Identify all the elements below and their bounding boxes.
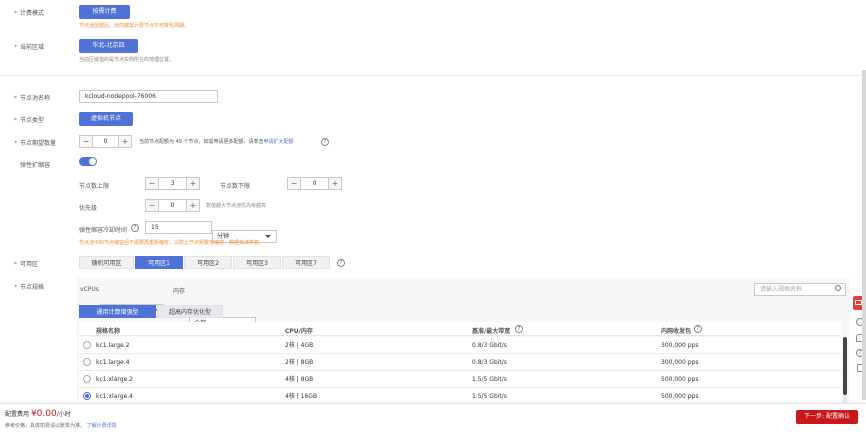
table-scrollbar-thumb[interactable] (843, 337, 847, 395)
increment-button[interactable]: + (186, 200, 199, 211)
lower-limit-stepper[interactable]: − 0 + (287, 177, 342, 190)
toggle-knob (89, 158, 96, 165)
feedback-glyph (855, 300, 862, 305)
footer-bar (0, 403, 866, 434)
pool-name-label: * 节点池名称 (14, 95, 51, 102)
cell-spec-name: kc1.large.4 (96, 359, 130, 366)
lower-limit-label: 节点数下限 (220, 183, 251, 190)
cell-cpu-memory: 4核 | 8GB (285, 376, 314, 383)
tab-general-compute[interactable]: 通用计算增强型 (79, 305, 156, 318)
cooldown-label: 弹性缩容冷却时间 (79, 227, 128, 234)
col-pps: 内网收发包 (661, 328, 692, 335)
tab-az-3[interactable]: 可用区3 (233, 256, 281, 269)
decrement-button[interactable]: − (146, 178, 159, 189)
cell-pps: 300,000 pps (661, 342, 699, 349)
vm-node-button[interactable]: 虚拟机节点 (79, 112, 133, 126)
vcpu-filter-label: vCPUs (80, 286, 99, 293)
priority-hint: 数值越大节点池优先级越高 (206, 203, 267, 209)
priority-stepper[interactable]: − 0 + (145, 199, 200, 212)
cell-pps: 500,000 pps (661, 376, 699, 383)
cell-cpu-memory: 2核 | 4GB (285, 342, 314, 349)
cooldown-hint: 节点池中的节点缩容后不需要再重新缩容，以防止节点频繁地缩容、数据无法恢复。 (79, 240, 265, 246)
region-hint: 当前区域指的是节点实例所在的地理位置。 (79, 57, 175, 63)
table-row[interactable]: kc1.large.2 2核 | 4GB 0.8/3 Gbit/s 300,00… (79, 337, 841, 354)
cell-bandwidth: 0.8/3 Gbit/s (472, 342, 507, 349)
pool-name-input[interactable]: kcloud-nodepool-76006 (79, 90, 218, 103)
node-count-stepper[interactable]: − 0 + (79, 135, 132, 148)
increment-button[interactable]: + (186, 178, 199, 189)
autoscale-label: 弹性扩缩容 (20, 162, 51, 169)
cell-pps: 300,000 pps (661, 359, 699, 366)
cell-bandwidth: 0.8/3 Gbit/s (472, 359, 507, 366)
help-icon[interactable]: ? (131, 224, 139, 232)
node-count-label: * 节点期望数量 (14, 140, 57, 147)
fee-line: 配置费用 ¥0.00/小时 (5, 409, 71, 419)
spec-type-tabs: 通用计算增强型 超高内存优化型 (79, 305, 224, 318)
next-step-button[interactable]: 下一步: 配置确认 (796, 410, 858, 424)
search-icon[interactable] (835, 285, 841, 291)
decrement-button[interactable]: − (288, 178, 301, 189)
cell-bandwidth: 1.5/5 Gbit/s (472, 376, 507, 383)
page-scrollbar[interactable] (862, 70, 866, 400)
cooldown-input[interactable]: 15 (145, 221, 212, 234)
row-radio[interactable] (83, 341, 91, 349)
billing-ondemand-button[interactable]: 按需计费 (79, 5, 130, 19)
increment-button[interactable]: + (328, 178, 341, 189)
decrement-button[interactable]: − (80, 136, 93, 147)
autoscale-toggle[interactable] (79, 157, 97, 166)
upper-limit-value[interactable]: 3 (159, 178, 186, 189)
cell-spec-name: kc1.large.2 (96, 342, 130, 349)
help-icon[interactable]: ? (321, 138, 329, 146)
billing-hint: 节点池创建后，池内按需计费节点不可转包周期。 (79, 23, 190, 29)
table-row[interactable]: kc1.large.4 2核 | 8GB 0.8/3 Gbit/s 300,00… (79, 354, 841, 371)
node-count-value[interactable]: 0 (93, 136, 118, 147)
tab-az-1[interactable]: 可用区1 (135, 256, 183, 269)
priority-label: 优先级 (79, 205, 98, 212)
billing-label: * 计费模式 (14, 10, 45, 17)
node-count-hint: 当前节点配额为 49 个节点，如需申请更多配额，请单击申请扩大配额 (139, 139, 294, 145)
lower-limit-value[interactable]: 0 (301, 178, 328, 189)
tab-az-2[interactable]: 可用区2 (184, 256, 232, 269)
cell-spec-name: kc1.xlarge.2 (96, 376, 133, 383)
help-icon[interactable]: ? (694, 325, 702, 333)
row-radio-selected[interactable] (83, 392, 91, 400)
node-type-label: * 节点类型 (14, 117, 45, 124)
upper-limit-label: 节点数上限 (79, 183, 110, 190)
table-header (79, 322, 841, 336)
az-tabs: 随机可用区 可用区1 可用区2 可用区3 可用区7 (79, 256, 331, 269)
spec-search-input[interactable]: 请输入规格名称 (754, 283, 846, 296)
billing-detail-link[interactable]: 了解计费详情 (87, 423, 117, 429)
spec-label: * 节点规格 (14, 284, 45, 291)
tab-az-random[interactable]: 随机可用区 (79, 256, 134, 269)
col-cpu-memory: CPU/内存 (285, 328, 313, 335)
fee-unit: /小时 (56, 411, 71, 418)
col-spec-name: 规格名称 (96, 328, 121, 335)
tab-memory-optimized[interactable]: 超高内存优化型 (157, 305, 223, 318)
cell-cpu-memory: 2核 | 8GB (285, 359, 314, 366)
tab-az-7[interactable]: 可用区7 (282, 256, 330, 269)
memory-filter-label: 内存 (173, 288, 186, 295)
region-label: * 当前区域 (14, 44, 45, 51)
table-row[interactable]: kc1.xlarge.2 4核 | 8GB 1.5/5 Gbit/s 500,0… (79, 371, 841, 388)
apply-quota-link[interactable]: 申请扩大配额 (264, 139, 294, 145)
decrement-button[interactable]: − (146, 200, 159, 211)
increment-button[interactable]: + (118, 136, 131, 147)
fee-value: ¥0.00 (30, 409, 57, 419)
help-icon[interactable]: ? (515, 325, 523, 333)
help-icon[interactable]: ? (337, 259, 345, 267)
upper-limit-stepper[interactable]: − 3 + (145, 177, 200, 190)
fee-note-text: 参考价格，具体扣费请以账单为准。 (5, 423, 86, 429)
col-bandwidth: 基准/最大带宽 (472, 328, 511, 335)
fee-note: 参考价格，具体扣费请以账单为准。 了解计费详情 (5, 422, 117, 429)
row-radio[interactable] (83, 358, 91, 366)
fee-label: 配置费用 (5, 411, 30, 418)
chevron-down-icon (265, 235, 271, 238)
priority-value[interactable]: 0 (159, 200, 186, 211)
section-divider (0, 75, 866, 76)
az-label: * 可用区 (14, 261, 39, 268)
row-radio[interactable] (83, 375, 91, 383)
region-button[interactable]: 华北-北京四 (79, 39, 138, 53)
